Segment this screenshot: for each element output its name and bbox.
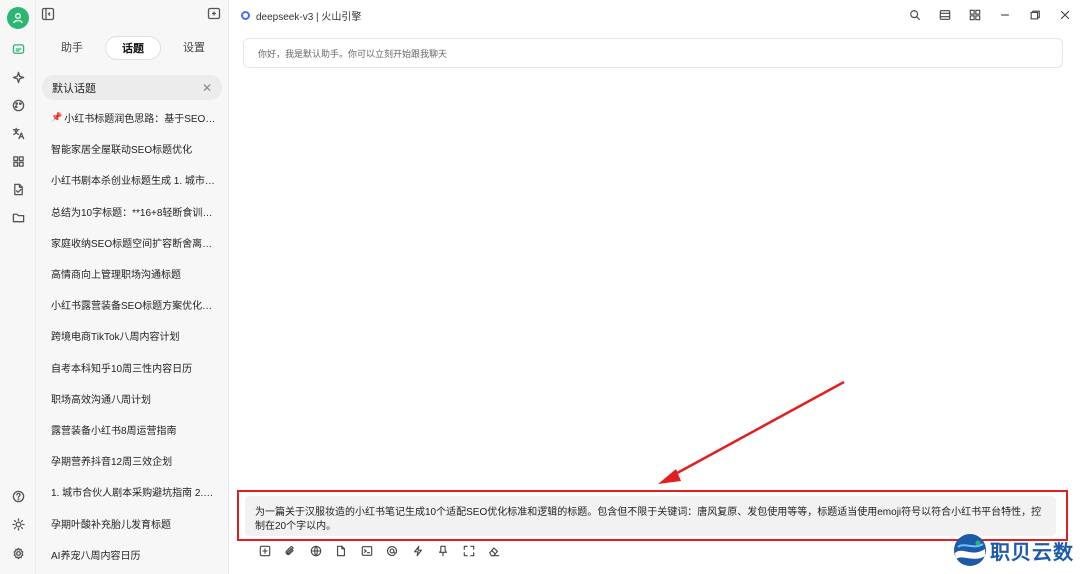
help-icon[interactable] [8, 486, 28, 506]
title-bar: deepseek-v3 | 火山引擎 [229, 0, 1080, 30]
close-icon[interactable]: ✕ [202, 81, 212, 95]
topic-label: 小红书标题润色思路：基于SEO标… [64, 114, 216, 126]
assistant-greeting: 你好，我是默认助手。你可以立刻开始跟我聊天 [243, 38, 1063, 68]
topic-label: 跨境电商TikTok八周内容计划 [51, 332, 180, 344]
input-toolbar [252, 543, 507, 559]
chat-icon[interactable] [8, 39, 28, 59]
topic-item[interactable]: 自考本科知乎10周三性内容日历 [36, 352, 228, 383]
terminal-icon[interactable] [354, 543, 380, 559]
pin-knowledge-icon[interactable] [431, 543, 457, 559]
model-label: deepseek-v3 | 火山引擎 [256, 11, 362, 23]
palette-icon[interactable] [8, 95, 28, 115]
user-icon [13, 13, 23, 24]
topic-item[interactable]: 露营装备小红书8周运营指南 [36, 414, 228, 445]
topic-item[interactable]: 高情商向上管理职场沟通标题 [36, 258, 228, 289]
topic-list: 📌 小红书标题润色思路：基于SEO标… 智能家居全屋联动SEO标题优化 小红书剧本… [36, 102, 228, 570]
minimize-icon[interactable] [990, 0, 1020, 30]
topic-item[interactable]: 孕期营养抖音12周三效企划 [36, 445, 228, 476]
expand-icon[interactable] [456, 543, 482, 559]
attach-icon[interactable] [278, 543, 304, 559]
topic-label: 1. 城市合伙人剧本采购避坑指南 2. 剧… [51, 488, 216, 500]
watermark-logo [954, 534, 986, 566]
quick-phrase-icon[interactable] [405, 543, 431, 559]
new-topic-icon[interactable] [207, 7, 221, 21]
topic-item[interactable]: AI养宠八周内容日历 [36, 539, 228, 570]
topic-item[interactable]: 跨境电商TikTok八周内容计划 [36, 320, 228, 351]
search-icon[interactable] [900, 0, 930, 30]
topic-item[interactable]: 职场高效沟通八周计划 [36, 383, 228, 414]
topic-label: 智能家居全屋联动SEO标题优化 [51, 145, 193, 157]
topic-item[interactable]: 家庭收纳SEO标题空间扩容断舍离优化 [36, 227, 228, 258]
model-icon [241, 10, 250, 20]
topic-label: 小红书露营装备SEO标题方案优化总… [51, 301, 216, 313]
mention-icon[interactable] [380, 543, 406, 559]
layout-icon[interactable] [930, 0, 960, 30]
topic-label: 自考本科知乎10周三性内容日历 [51, 363, 193, 375]
folder-icon[interactable] [8, 207, 28, 227]
topic-label: AI养宠八周内容日历 [51, 550, 141, 562]
topic-label: 孕期营养抖音12周三效企划 [51, 457, 173, 469]
topic-panel: 助手 话题 设置 默认话题 ✕ 📌 小红书标题润色思路：基于SEO标… 智能家居全… [36, 0, 229, 574]
sparkle-icon[interactable] [8, 67, 28, 87]
theme-icon[interactable] [8, 514, 28, 534]
pin-icon: 📌 [51, 112, 63, 123]
model-selector[interactable]: deepseek-v3 | 火山引擎 [241, 8, 361, 23]
tab-topics[interactable]: 话题 [105, 36, 161, 60]
input-highlight-box: 为一篇关于汉服妆造的小红书笔记生成10个适配SEO优化标准和逻辑的标题。包含但不… [237, 490, 1068, 541]
topic-item[interactable]: 智能家居全屋联动SEO标题优化 [36, 133, 228, 164]
watermark: 职贝云数 [952, 530, 1078, 570]
topic-item[interactable]: 小红书剧本杀创业标题生成 1. 城市合… [36, 164, 228, 195]
topic-label: 小红书剧本杀创业标题生成 1. 城市合… [51, 176, 216, 188]
new-topic-icon[interactable] [252, 543, 278, 559]
topic-item[interactable]: 小红书露营装备SEO标题方案优化总… [36, 289, 228, 320]
topic-item[interactable]: 孕期叶酸补充胎儿发育标题 [36, 507, 228, 538]
topic-label: 露营装备小红书8周运营指南 [51, 425, 177, 437]
file-icon[interactable] [8, 179, 28, 199]
message-input[interactable]: 为一篇关于汉服妆造的小红书笔记生成10个适配SEO优化标准和逻辑的标题。包含但不… [245, 496, 1056, 536]
sidebar-tabs: 助手 话题 设置 [44, 36, 222, 60]
app-rail [0, 0, 36, 574]
user-avatar[interactable] [7, 7, 29, 29]
topic-label: 高情商向上管理职场沟通标题 [51, 270, 181, 282]
grid-icon[interactable] [960, 0, 990, 30]
web-search-icon[interactable] [303, 543, 329, 559]
current-topic-label: 默认话题 [52, 82, 96, 95]
tab-settings[interactable]: 设置 [166, 36, 222, 60]
topic-label: 职场高效沟通八周计划 [51, 394, 151, 406]
topic-item[interactable]: 1. 城市合伙人剧本采购避坑指南 2. 剧… [36, 476, 228, 507]
topic-item[interactable]: 总结为10字标题：**16+8轻断食训练… [36, 196, 228, 227]
topic-label: 总结为10字标题：**16+8轻断食训练… [51, 207, 216, 219]
collapse-sidebar-icon[interactable] [41, 7, 55, 21]
translate-icon[interactable] [8, 123, 28, 143]
file-upload-icon[interactable] [329, 543, 355, 559]
current-topic-item[interactable]: 默认话题 ✕ [42, 75, 222, 100]
clear-icon[interactable] [482, 543, 508, 559]
topic-label: 孕期叶酸补充胎儿发育标题 [51, 519, 171, 531]
settings-icon[interactable] [8, 543, 28, 563]
tab-assistant[interactable]: 助手 [44, 36, 100, 60]
topic-item[interactable]: 📌 小红书标题润色思路：基于SEO标… [36, 102, 228, 133]
restore-icon[interactable] [1020, 0, 1050, 30]
watermark-text: 职贝云数 [990, 539, 1074, 564]
close-window-icon[interactable] [1050, 0, 1080, 30]
apps-icon[interactable] [8, 151, 28, 171]
topic-label: 家庭收纳SEO标题空间扩容断舍离优化 [51, 238, 216, 250]
